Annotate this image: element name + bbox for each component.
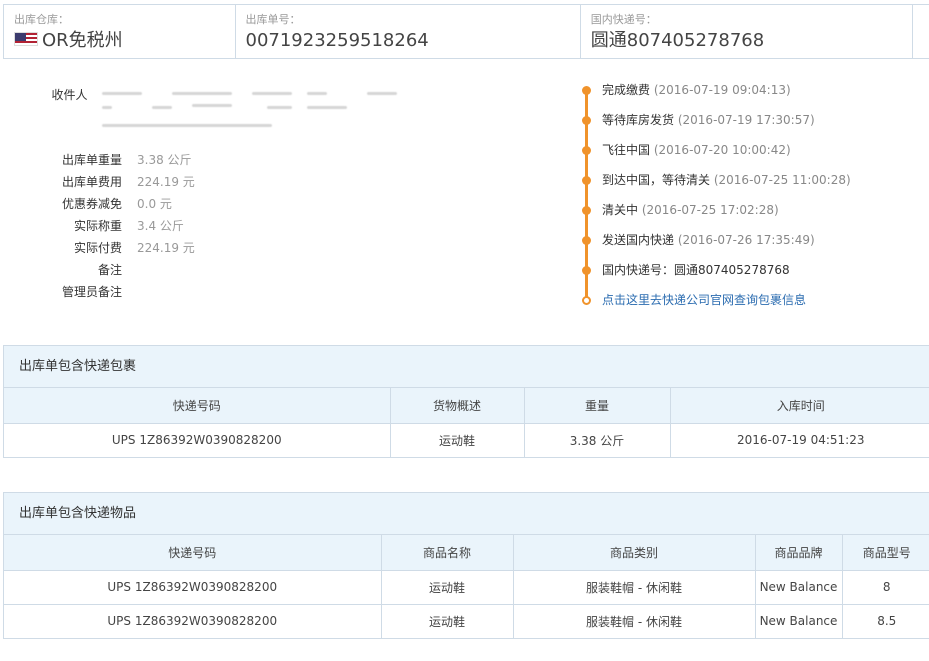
table-header-row: 快递号码 商品名称 商品类别 商品品牌 商品型号	[4, 535, 929, 571]
timeline-item: 到达中国，等待清关 (2016-07-25 11:00:28)	[580, 170, 920, 200]
table-row: UPS 1Z86392W0390828200 运动鞋 3.38 公斤 2016-…	[4, 423, 929, 457]
timeline-item: 国内快递号：圆通807405278768	[580, 260, 920, 290]
timeline-end-dot-icon	[582, 296, 591, 305]
packages-title: 出库单包含快递包裹	[4, 346, 929, 388]
info-row-weight: 出库单重量 3.38 公斤	[61, 152, 192, 167]
column-header: 商品型号	[842, 535, 929, 571]
column-header: 入库时间	[670, 388, 929, 424]
timeline-dot-icon	[582, 266, 591, 275]
column-header: 快递号码	[4, 535, 382, 571]
order-number-cell: 出库单号： 0071923259518264	[236, 5, 581, 58]
column-header: 商品名称	[381, 535, 514, 571]
timeline-item-link: 点击这里去快递公司官网查询包裹信息	[580, 290, 920, 320]
timeline-dot-icon	[582, 176, 591, 185]
info-row-actual-paid: 实际付费 224.19 元	[73, 240, 195, 255]
warehouse-value: OR免税州	[42, 30, 123, 51]
order-info: 收件人 出库单重量 3.38 公斤 出库单费用 224.19 元 优惠券减免 0…	[10, 84, 398, 302]
summary-cell-overflow	[913, 5, 929, 58]
domestic-tracking-label: 国内快递号：	[590, 13, 657, 26]
timeline-dot-icon	[582, 206, 591, 215]
courier-website-link[interactable]: 点击这里去快递公司官网查询包裹信息	[602, 293, 806, 307]
table-row: UPS 1Z86392W0390828200 运动鞋 服装鞋帽 - 休闲鞋 Ne…	[4, 570, 929, 605]
timeline-item: 发送国内快递 (2016-07-26 17:35:49)	[580, 230, 920, 260]
table-row: UPS 1Z86392W0390828200 运动鞋 服装鞋帽 - 休闲鞋 Ne…	[4, 604, 929, 638]
info-row-coupon: 优惠券减免 0.0 元	[61, 196, 172, 211]
timeline-item: 飞往中国 (2016-07-20 10:00:42)	[580, 140, 920, 170]
domestic-tracking-cell: 国内快递号： 圆通807405278768	[581, 5, 914, 58]
receiver-redacted	[102, 86, 398, 134]
order-number-label: 出库单号：	[245, 13, 301, 26]
table-header-row: 快递号码 货物概述 重量 入库时间	[4, 388, 929, 424]
info-row-fee: 出库单费用 224.19 元	[61, 174, 195, 189]
shipping-timeline: 完成缴费 (2016-07-19 09:04:13) 等待库房发货 (2016-…	[580, 80, 920, 320]
us-flag-icon	[14, 32, 38, 46]
info-row-actual-weight: 实际称重 3.4 公斤	[73, 218, 184, 233]
domestic-tracking-value: 圆通807405278768	[590, 30, 765, 51]
warehouse-label: 出库仓库：	[14, 13, 69, 26]
packages-table: 快递号码 货物概述 重量 入库时间 UPS 1Z86392W0390828200…	[4, 388, 929, 457]
timeline-item: 清关中 (2016-07-25 17:02:28)	[580, 200, 920, 230]
timeline-item: 完成缴费 (2016-07-19 09:04:13)	[580, 80, 920, 110]
items-title: 出库单包含快递物品	[4, 493, 929, 535]
items-table: 快递号码 商品名称 商品类别 商品品牌 商品型号 UPS 1Z86392W039…	[4, 535, 929, 638]
items-section: 出库单包含快递物品 快递号码 商品名称 商品类别 商品品牌 商品型号 UPS 1…	[3, 492, 929, 639]
order-summary-bar: 出库仓库： OR免税州 出库单号： 0071923259518264 国内快递号…	[3, 4, 929, 59]
column-header: 重量	[524, 388, 671, 424]
receiver-row: 收件人	[10, 84, 398, 148]
column-header: 商品类别	[513, 535, 756, 571]
timeline-dot-icon	[582, 86, 591, 95]
timeline-dot-icon	[582, 146, 591, 155]
packages-section: 出库单包含快递包裹 快递号码 货物概述 重量 入库时间 UPS 1Z86392W…	[3, 345, 929, 458]
timeline-dot-icon	[582, 116, 591, 125]
order-number-value: 0071923259518264	[245, 30, 429, 51]
timeline-dot-icon	[582, 236, 591, 245]
info-row-admin-remark: 管理员备注	[61, 284, 122, 299]
timeline-item: 等待库房发货 (2016-07-19 17:30:57)	[580, 110, 920, 140]
warehouse-cell: 出库仓库： OR免税州	[4, 5, 236, 58]
info-row-remark: 备注	[97, 262, 122, 277]
column-header: 货物概述	[390, 388, 525, 424]
column-header: 商品品牌	[755, 535, 843, 571]
receiver-label: 收件人	[51, 88, 88, 102]
column-header: 快递号码	[4, 388, 391, 424]
